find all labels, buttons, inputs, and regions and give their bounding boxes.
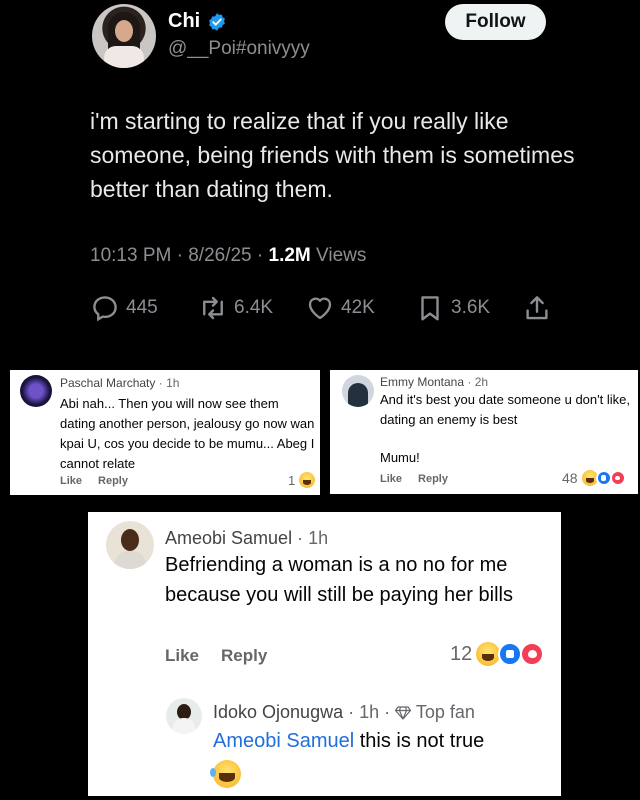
- comment-text: And it's best you date someone u don't l…: [380, 392, 630, 427]
- author-handle[interactable]: @__Poi#onivyyy: [168, 38, 310, 60]
- tweet-time[interactable]: 10:13 PM: [90, 245, 171, 266]
- reaction-count: 48: [562, 470, 578, 486]
- share-icon: [526, 296, 548, 320]
- commenter-name[interactable]: Paschal Marchaty: [60, 376, 155, 390]
- meta-separator: ·: [176, 245, 189, 266]
- header-separator: ·: [297, 528, 309, 548]
- header-separator: ·: [384, 702, 396, 722]
- commenter-avatar[interactable]: [342, 375, 374, 407]
- comment-header: Emmy Montana · 2h: [380, 375, 488, 389]
- reply-body: this is not true: [354, 730, 485, 752]
- haha-reaction-icon: [299, 472, 316, 488]
- header-separator: ·: [348, 702, 360, 722]
- views-count: 1.2M: [268, 245, 311, 266]
- reaction-summary[interactable]: 1: [288, 472, 316, 488]
- bookmark-count: 3.6K: [451, 297, 491, 318]
- reply-avatar[interactable]: [166, 698, 202, 734]
- comment-card: Paschal Marchaty · 1h Abi nah... Then yo…: [10, 370, 320, 495]
- comment-card: Emmy Montana · 2h And it's best you date…: [330, 370, 638, 494]
- like-reaction-icon: [498, 642, 523, 666]
- top-fan-badge: Top fan: [415, 702, 475, 722]
- reply-time: 1h: [359, 702, 380, 722]
- bookmark-icon: [421, 296, 439, 321]
- header-separator: ·: [467, 375, 475, 389]
- reaction-summary[interactable]: 12: [450, 642, 545, 666]
- commenter-avatar[interactable]: [106, 521, 154, 569]
- reply-count: 445: [126, 297, 158, 318]
- author-name[interactable]: Chi: [168, 10, 200, 33]
- tweet-actions: 445 6.4K 42K 3.6K: [90, 290, 560, 330]
- bookmark-button[interactable]: 3.6K: [415, 290, 490, 326]
- reply-header: Idoko Ojonugwa · 1h · Top fan: [213, 702, 475, 723]
- commenter-name[interactable]: Ameobi Samuel: [165, 528, 292, 548]
- comment-text-line: Mumu!: [380, 450, 420, 465]
- comment-like-link[interactable]: Like: [165, 646, 199, 666]
- reply-text: Ameobi Samuel this is not true: [213, 726, 484, 756]
- repost-count: 6.4K: [234, 297, 274, 318]
- like-count: 42K: [341, 297, 375, 318]
- tweet-date[interactable]: 8/26/25: [188, 245, 251, 266]
- reaction-summary[interactable]: 48: [562, 470, 626, 486]
- comment-actions: Like Reply: [60, 475, 128, 487]
- avatar-shirt: [104, 46, 144, 68]
- follow-button[interactable]: Follow: [445, 4, 546, 40]
- tweet-meta: 10:13 PM · 8/26/25 · 1.2M Views: [90, 245, 366, 267]
- verified-badge-icon: [209, 13, 225, 31]
- replier-name[interactable]: Idoko Ojonugwa: [213, 702, 343, 722]
- commenter-avatar[interactable]: [20, 375, 52, 407]
- comment-like-link[interactable]: Like: [380, 473, 402, 485]
- commenter-name[interactable]: Emmy Montana: [380, 375, 464, 389]
- comment-time: 2h: [474, 375, 489, 389]
- repost-icon: [203, 296, 223, 320]
- reply-button[interactable]: 445: [90, 290, 158, 326]
- tweet-text: i'm starting to realize that if you real…: [90, 108, 575, 202]
- comment-time: 1h: [308, 528, 329, 548]
- share-button[interactable]: [522, 290, 552, 326]
- comment-actions: Like Reply: [380, 473, 448, 485]
- like-button[interactable]: 42K: [305, 290, 375, 326]
- reaction-count: 1: [288, 472, 296, 488]
- mention-link[interactable]: Ameobi Samuel: [213, 730, 354, 752]
- comment-reply-link[interactable]: Reply: [98, 475, 128, 487]
- comment-actions: Like Reply: [165, 646, 267, 666]
- love-reaction-icon: [609, 470, 626, 486]
- header-separator: ·: [158, 376, 167, 390]
- diamond-icon: [395, 706, 412, 720]
- author-avatar[interactable]: [92, 4, 156, 68]
- comment-time: 1h: [166, 376, 180, 390]
- love-reaction-icon: [520, 642, 545, 666]
- tweet: Chi @__Poi#onivyyy Follow i'm starting t…: [0, 0, 640, 360]
- tears-of-joy-emoji-icon: [210, 760, 241, 788]
- avatar-face: [115, 20, 133, 42]
- repost-button[interactable]: 6.4K: [198, 290, 273, 326]
- comment-text: Befriending a woman is a no no for me be…: [165, 554, 513, 606]
- comment-reply-link[interactable]: Reply: [418, 473, 448, 485]
- comment-header: Paschal Marchaty · 1h: [60, 376, 179, 390]
- comment-text: Abi nah... Then you will now see them da…: [60, 396, 315, 471]
- reaction-count: 12: [450, 642, 473, 665]
- reply-icon: [93, 296, 117, 322]
- heart-icon: [308, 297, 332, 320]
- haha-reaction-icon: [476, 642, 501, 666]
- comment-reply-link[interactable]: Reply: [221, 646, 267, 666]
- comment-header: Ameobi Samuel · 1h: [165, 528, 328, 549]
- comment-like-link[interactable]: Like: [60, 475, 82, 487]
- comment-card: Ameobi Samuel · 1h Befriending a woman i…: [88, 512, 561, 796]
- meta-separator: ·: [256, 245, 269, 266]
- views-label: Views: [316, 245, 367, 266]
